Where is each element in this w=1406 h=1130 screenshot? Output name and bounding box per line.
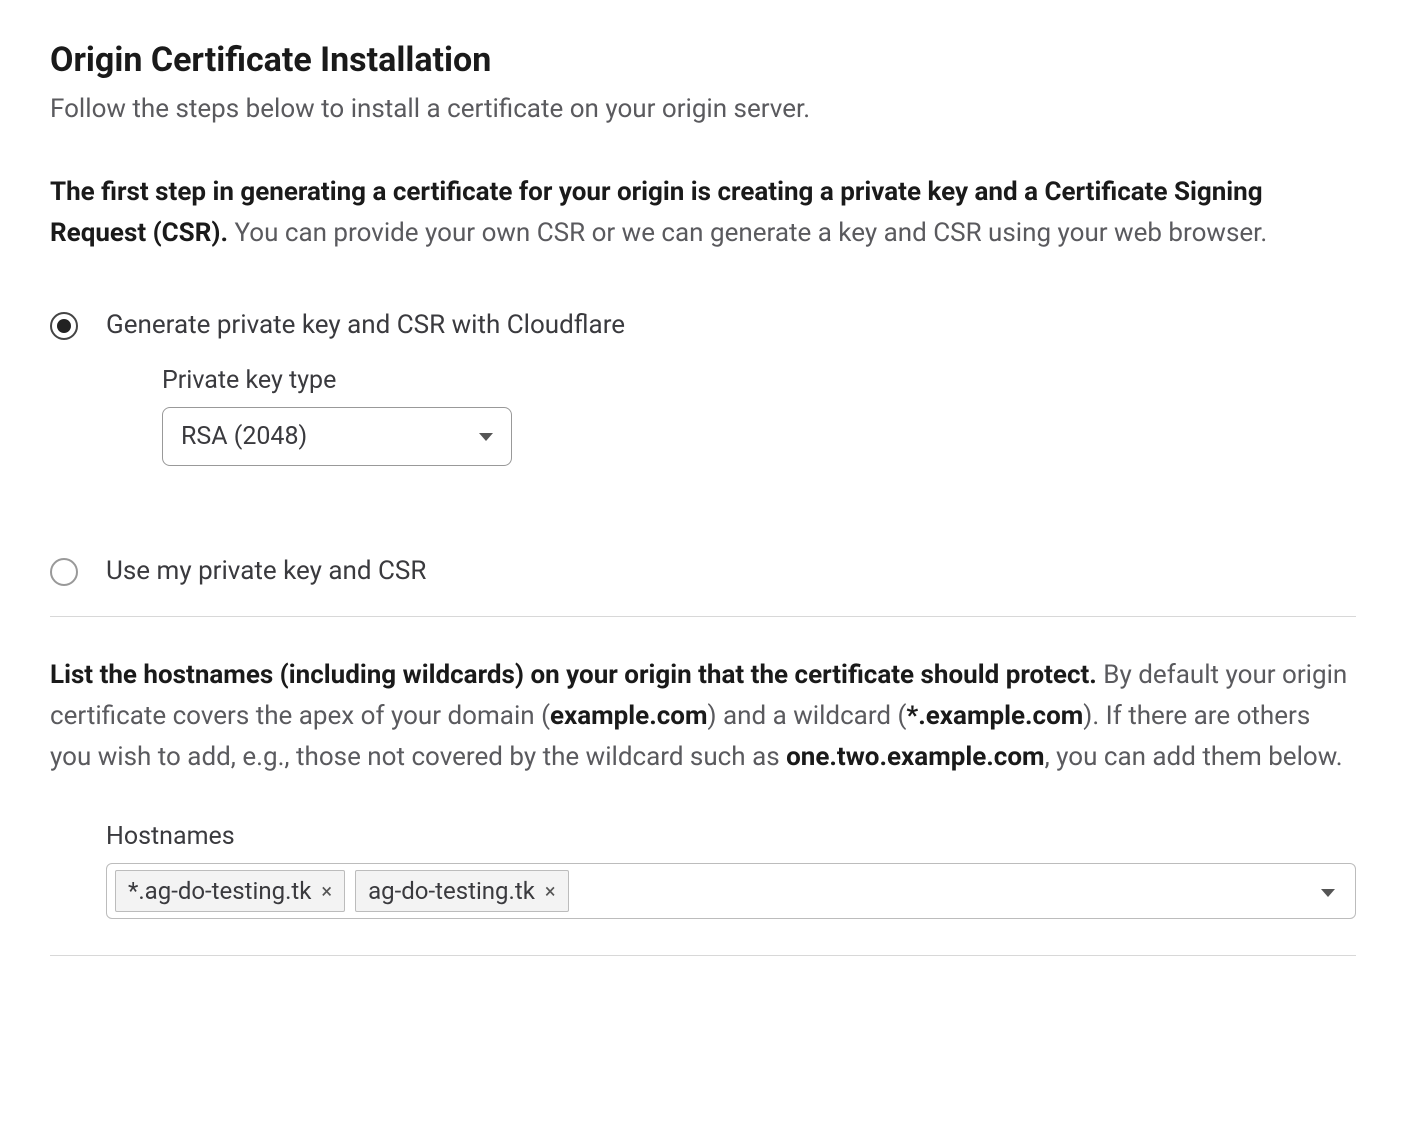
remove-tag-icon[interactable]: × (545, 881, 556, 901)
hostnames-label: Hostnames (106, 822, 1356, 851)
intro-rest: You can provide your own CSR or we can g… (228, 218, 1267, 248)
hostnames-intro-bold3: *.example.com (906, 701, 1083, 731)
radio-label-own: Use my private key and CSR (106, 556, 426, 586)
hostname-tag: *.ag-do-testing.tk × (115, 870, 345, 912)
radio-label-generate: Generate private key and CSR with Cloudf… (106, 310, 625, 340)
divider (50, 616, 1356, 617)
caret-down-icon (479, 433, 493, 441)
hostnames-block: Hostnames *.ag-do-testing.tk × ag-do-tes… (106, 822, 1356, 919)
hostname-tag-text: ag-do-testing.tk (368, 877, 535, 905)
page-title: Origin Certificate Installation (50, 40, 1356, 80)
private-key-section: Private key type RSA (2048) (162, 366, 625, 466)
hostnames-dropdown-toggle[interactable] (1311, 882, 1345, 901)
radio-button-generate[interactable] (50, 312, 78, 340)
page-subtitle: Follow the steps below to install a cert… (50, 94, 1356, 124)
hostnames-intro-bold4: one.two.example.com (786, 742, 1044, 772)
radio-option-generate[interactable]: Generate private key and CSR with Cloudf… (50, 310, 1356, 526)
remove-tag-icon[interactable]: × (321, 881, 332, 901)
hostnames-intro-bold1: List the hostnames (including wildcards)… (50, 660, 1097, 690)
intro-paragraph: The first step in generating a certifica… (50, 172, 1356, 254)
radio-button-own[interactable] (50, 558, 78, 586)
hostnames-intro-bold2: example.com (550, 701, 708, 731)
hostname-tag: ag-do-testing.tk × (355, 870, 568, 912)
private-key-type-value: RSA (2048) (181, 422, 307, 451)
divider (50, 955, 1356, 956)
hostnames-input[interactable]: *.ag-do-testing.tk × ag-do-testing.tk × (106, 863, 1356, 919)
hostnames-tags: *.ag-do-testing.tk × ag-do-testing.tk × (115, 870, 569, 912)
private-key-type-label: Private key type (162, 366, 625, 395)
hostnames-intro: List the hostnames (including wildcards)… (50, 655, 1356, 778)
hostnames-intro-part3: ) and a wildcard ( (708, 701, 907, 731)
hostnames-intro-part5: , you can add them below. (1045, 742, 1343, 772)
radio-option-own[interactable]: Use my private key and CSR (50, 556, 1356, 586)
private-key-type-select[interactable]: RSA (2048) (162, 407, 512, 466)
hostname-tag-text: *.ag-do-testing.tk (128, 877, 311, 905)
caret-down-icon (1321, 889, 1335, 897)
